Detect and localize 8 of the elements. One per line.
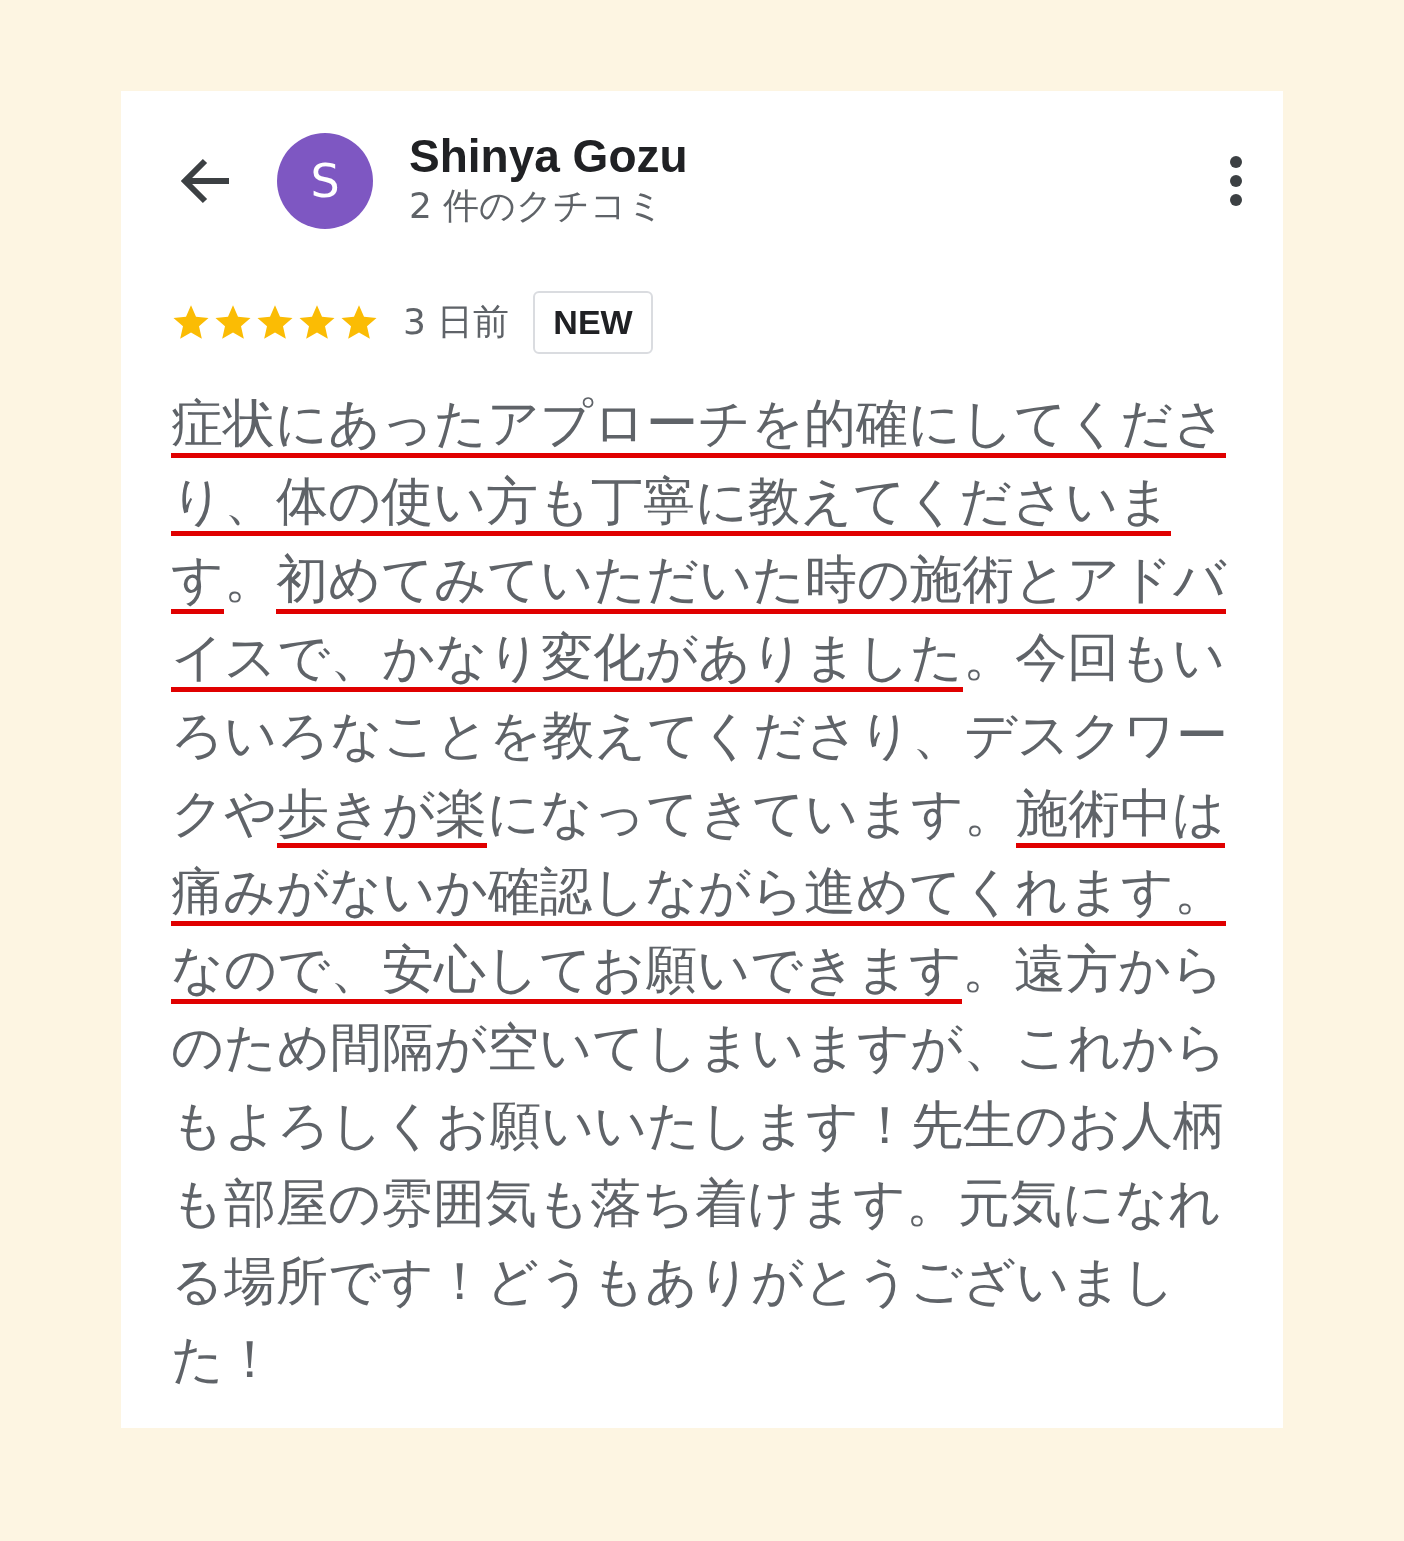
review-text: 症状にあったアプローチを的確にしてくださり、体の使い方も丁寧に教えてくださいます。初めてみていただいた時の施術とアドバイスで、かなり変化がありました。今回もいろいろなことを教えてくださり、デスクワークや歩きが楽になってきています。施術中は痛みがないか確認しながら進めてくれます。なので、安心してお願いできます。遠方からのため間隔が空いてしまいますが、これからもよろしくお願いいたします！先生のお人柄も部屋の雰囲気も落ち着けます。元気になれる場所です！どうもありがとうございました！ <box>171 391 1229 1391</box>
back-arrow-icon[interactable] <box>179 156 231 205</box>
new-badge: NEW <box>533 290 653 354</box>
review-time: 3 日前 <box>403 299 510 344</box>
more-options-icon[interactable] <box>1229 154 1243 207</box>
avatar: S <box>277 132 373 229</box>
reviewer-name: Shinya Gozu <box>409 131 689 182</box>
review-count: 2 件のクチコミ <box>409 183 666 228</box>
